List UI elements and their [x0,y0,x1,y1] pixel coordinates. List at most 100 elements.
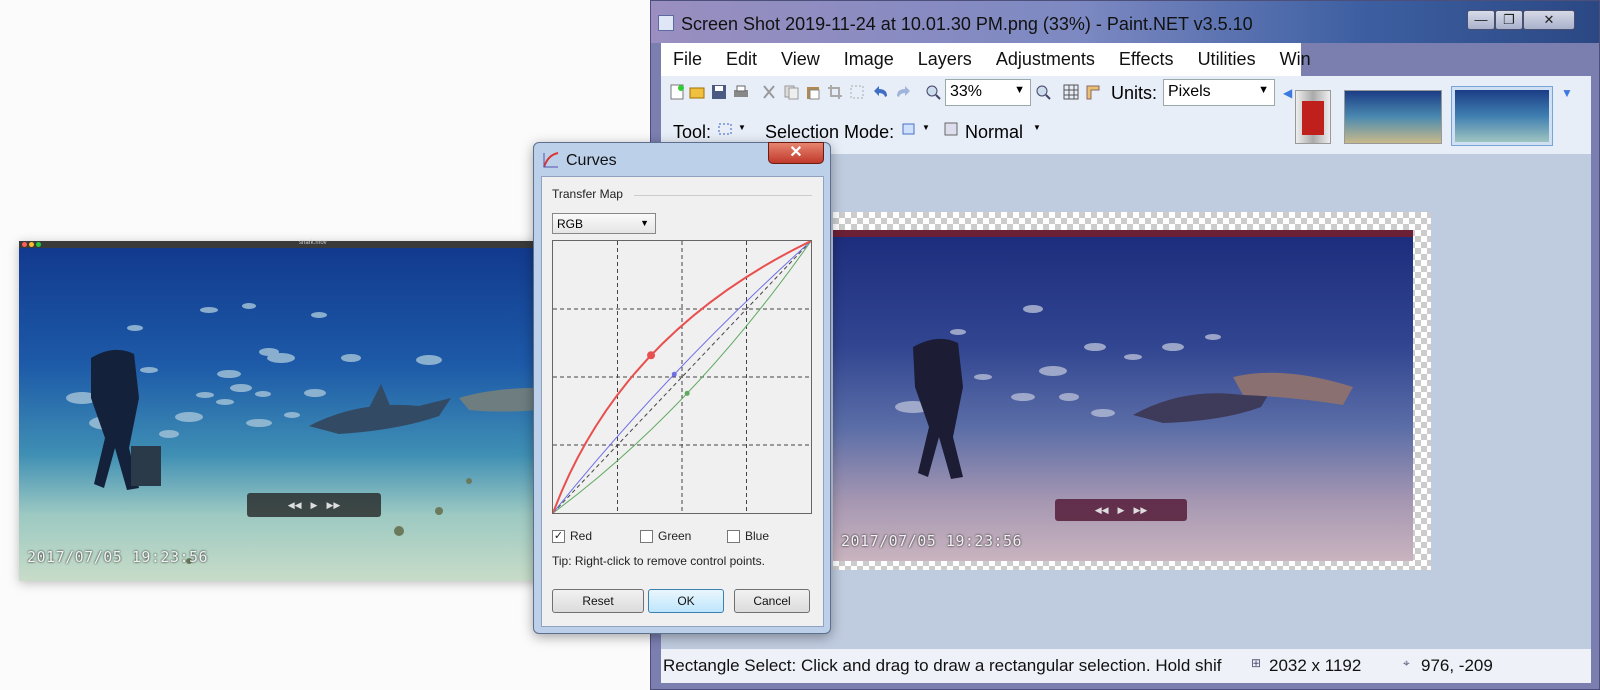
curves-body: Transfer Map RGB ▼ ✓ Red Green Blue Tip:… [541,176,824,627]
maximize-button[interactable]: ❐ [1495,10,1523,30]
cursor-position: 976, -209 [1421,656,1493,675]
thumbnail-underwater-2[interactable] [1451,86,1553,146]
document-image: ◀◀ ▶ ▶▶ 2017/07/05 19:23:56 [833,230,1413,561]
units-label: Units: [1111,83,1158,103]
redo-icon[interactable] [895,84,911,100]
thumbnail-cola-can[interactable] [1295,90,1331,144]
minimize-dot[interactable] [29,242,34,247]
play-icon[interactable]: ▶ [311,500,318,511]
close-button[interactable]: ✕ [1523,10,1575,30]
reset-button[interactable]: Reset [552,589,644,613]
deselect-icon[interactable] [849,84,865,100]
tool-label: Tool: [673,122,712,142]
underwater-scene-art [66,303,559,564]
video-titlebar: shark.mov [19,240,559,248]
grid-icon[interactable] [1063,84,1079,100]
thumbnail-underwater-1[interactable] [1344,90,1442,144]
green-checkbox[interactable]: Green [640,529,691,543]
paste-icon[interactable] [805,84,821,100]
zoom-in-icon[interactable] [1035,84,1051,100]
canvas-video-controls: ◀◀ ▶ ▶▶ [1055,499,1187,521]
rectangle-select-tool-icon[interactable] [717,121,733,137]
transfer-map-label: Transfer Map [552,187,623,201]
menu-adjustments[interactable]: Adjustments [984,49,1107,70]
zoom-dropdown-icon[interactable]: ▼ [1014,84,1025,96]
canvas-play-icon: ▶ [1117,504,1125,515]
desktop: shark.mov ◀◀ ▶ ▶▶ 2017/07/05 19:23:56 Sc… [0,0,1600,690]
crop-icon[interactable] [827,84,843,100]
red-control-point[interactable] [647,351,656,360]
menu-image[interactable]: Image [832,49,906,70]
minimize-button[interactable]: — [1467,10,1495,30]
graph-gridlines [552,240,812,514]
transfer-map-value: RGB [557,217,584,231]
blue-checkbox[interactable]: Blue [727,529,769,543]
cancel-button[interactable]: Cancel [734,589,810,613]
video-controls-overlay[interactable]: ◀◀ ▶ ▶▶ [247,493,381,517]
menu-layers[interactable]: Layers [906,49,984,70]
curves-dialog: Curves ✕ Transfer Map RGB ▼ ✓ Red Green … [533,142,831,634]
image-size-icon: ⊞ [1251,656,1262,670]
zoom-dot[interactable] [36,242,41,247]
zoom-out-icon[interactable] [925,84,941,100]
ruler-icon[interactable] [1085,84,1101,100]
transfer-map-dropdown-icon[interactable]: ▼ [640,218,649,228]
close-button[interactable]: ✕ [768,142,824,164]
blue-check-box[interactable] [727,529,740,543]
status-bar: Rectangle Select: Click and drag to draw… [661,649,1591,683]
menu-edit[interactable]: Edit [714,49,769,70]
rewind-icon[interactable]: ◀◀ [288,500,302,511]
scroll-right-icon[interactable]: ▼ [1561,86,1573,100]
save-icon[interactable] [711,84,727,100]
blue-control-point[interactable] [671,371,677,377]
red-check-box[interactable]: ✓ [552,529,565,543]
zoom-combobox[interactable]: 33% ▼ [945,79,1031,106]
transparent-canvas[interactable]: ◀◀ ▶ ▶▶ 2017/07/05 19:23:56 [833,212,1431,570]
ok-button[interactable]: OK [648,589,724,613]
curves-app-icon [543,152,559,168]
menu-utilities[interactable]: Utilities [1186,49,1268,70]
selection-mode-dropdown-icon[interactable]: ▼ [922,123,930,132]
zoom-value: 33% [950,83,983,100]
curves-title: Curves [566,152,617,169]
new-file-icon[interactable] [669,84,685,100]
green-control-point[interactable] [684,390,690,396]
units-dropdown-icon[interactable]: ▼ [1258,84,1269,96]
video-player-window: shark.mov ◀◀ ▶ ▶▶ 2017/07/05 19:23:56 [19,240,559,581]
selection-mode-icon[interactable] [901,121,917,137]
menu-file[interactable]: File [661,49,714,70]
copy-icon[interactable] [783,84,799,100]
video-timestamp: 2017/07/05 19:23:56 [27,548,209,566]
print-icon[interactable] [733,84,749,100]
blend-mode-dropdown-icon[interactable]: ▼ [1033,123,1041,132]
menu-bar: File Edit View Image Layers Adjustments … [661,43,1311,76]
cursor-position-icon: ⌖ [1403,656,1410,670]
video-title: shark.mov [299,240,327,246]
tool-dropdown-icon[interactable]: ▼ [738,123,746,132]
red-checkbox[interactable]: ✓ Red [552,529,592,543]
curves-graph[interactable] [552,240,812,514]
blend-mode-icon[interactable] [943,121,959,137]
undo-icon[interactable] [873,84,889,100]
menu-window[interactable]: Win [1268,49,1323,70]
units-combobox[interactable]: Pixels ▼ [1163,79,1275,106]
green-check-box[interactable] [640,529,653,543]
green-label: Green [658,529,692,543]
image-size: 2032 x 1192 [1269,656,1362,675]
canvas-timestamp: 2017/07/05 19:23:56 [841,532,1023,550]
paintnet-titlebar[interactable]: Screen Shot 2019-11-24 at 10.01.30 PM.pn… [651,1,1599,43]
status-text: Rectangle Select: Click and drag to draw… [663,656,1222,675]
curves-plot[interactable] [552,240,812,514]
blend-mode-value[interactable]: Normal [965,122,1023,143]
scroll-left-icon[interactable]: ◀ [1283,86,1292,100]
image-window-bar [833,230,1413,237]
menu-view[interactable]: View [769,49,832,70]
forward-icon[interactable]: ▶▶ [326,500,340,511]
menu-effects[interactable]: Effects [1107,49,1186,70]
curves-titlebar[interactable]: Curves ✕ [534,142,830,175]
open-file-icon[interactable] [689,84,705,100]
red-label: Red [570,529,593,543]
close-dot[interactable] [22,242,27,247]
transfer-map-select[interactable]: RGB ▼ [552,213,656,234]
cut-icon[interactable] [761,84,777,100]
